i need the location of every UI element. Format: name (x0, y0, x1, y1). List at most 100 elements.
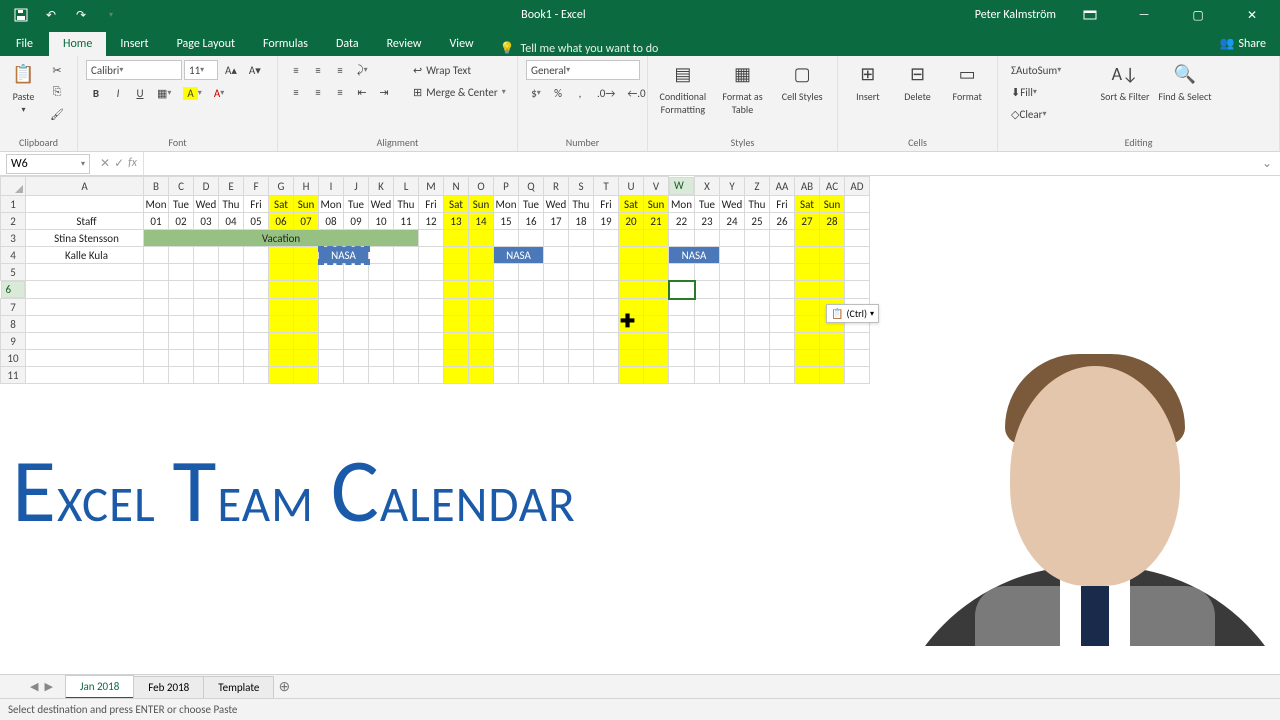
cell[interactable] (169, 350, 194, 367)
cell[interactable] (319, 367, 344, 384)
cell[interactable] (669, 264, 695, 281)
cell[interactable]: 06 (269, 213, 294, 230)
cell[interactable]: Fri (419, 196, 444, 213)
cell-nasa[interactable]: NASA (319, 247, 369, 264)
row-header[interactable]: 3 (1, 230, 26, 247)
cell[interactable] (494, 316, 519, 333)
sheet-nav-prev[interactable]: ◀ (30, 680, 38, 693)
cell[interactable] (469, 247, 494, 264)
cell[interactable] (294, 316, 319, 333)
cell[interactable] (619, 316, 644, 333)
cell[interactable] (26, 299, 144, 316)
cell[interactable] (244, 333, 269, 350)
cell[interactable] (219, 350, 244, 367)
row-header[interactable]: 11 (1, 367, 26, 384)
cell[interactable] (169, 316, 194, 333)
cell[interactable] (444, 230, 469, 247)
cell[interactable]: 02 (169, 213, 194, 230)
cell[interactable] (820, 230, 845, 247)
column-header[interactable]: D (194, 177, 219, 196)
user-name[interactable]: Peter Kalmström (975, 8, 1056, 22)
cell[interactable] (319, 316, 344, 333)
cell[interactable] (294, 350, 319, 367)
tab-insert[interactable]: Insert (106, 32, 162, 56)
cut-button[interactable]: ✂ (45, 60, 69, 80)
row-header[interactable]: 10 (1, 350, 26, 367)
cell[interactable] (594, 247, 619, 264)
cell[interactable] (294, 264, 319, 281)
cell[interactable] (344, 333, 369, 350)
cell[interactable] (795, 333, 820, 350)
cell[interactable] (169, 367, 194, 384)
cell[interactable]: 10 (369, 213, 394, 230)
fx-icon[interactable]: fx (128, 156, 137, 171)
save-button[interactable] (8, 4, 34, 26)
cell[interactable] (720, 247, 745, 264)
cell[interactable] (544, 281, 569, 299)
cell[interactable] (444, 281, 469, 299)
underline-button[interactable]: U (130, 83, 150, 103)
cell[interactable]: 26 (770, 213, 795, 230)
sort-filter-button[interactable]: A↓Sort & Filter (1098, 60, 1152, 103)
share-button[interactable]: 👥Share (1205, 31, 1280, 56)
column-header[interactable]: M (419, 177, 444, 196)
format-as-table-button[interactable]: ▦Format as Table (716, 60, 770, 116)
cell[interactable]: Mon (319, 196, 344, 213)
cell[interactable] (194, 299, 219, 316)
cell[interactable] (394, 264, 419, 281)
column-header[interactable]: F (244, 177, 269, 196)
redo-button[interactable]: ↷ (68, 4, 94, 26)
cell[interactable] (469, 350, 494, 367)
cell[interactable] (194, 264, 219, 281)
cell[interactable] (770, 281, 795, 299)
cell[interactable] (795, 281, 820, 299)
cell[interactable]: 20 (619, 213, 644, 230)
cell[interactable] (820, 247, 845, 264)
cell[interactable] (144, 264, 169, 281)
cell[interactable] (319, 350, 344, 367)
cell[interactable] (394, 299, 419, 316)
cell[interactable] (494, 350, 519, 367)
cell[interactable]: Sun (469, 196, 494, 213)
column-header[interactable]: O (469, 177, 494, 196)
cell[interactable] (720, 333, 745, 350)
cell[interactable] (294, 299, 319, 316)
cell[interactable] (795, 264, 820, 281)
row-header[interactable]: 9 (1, 333, 26, 350)
cell[interactable]: Thu (394, 196, 419, 213)
cell[interactable]: 22 (669, 213, 695, 230)
align-center-button[interactable]: ≡ (308, 82, 328, 102)
cell[interactable] (419, 247, 444, 264)
decrease-decimal-button[interactable]: ←.0 (622, 83, 650, 103)
cell[interactable] (394, 350, 419, 367)
cell[interactable]: Mon (494, 196, 519, 213)
cell[interactable] (795, 350, 820, 367)
fill-color-button[interactable]: A (178, 83, 206, 103)
cell[interactable] (194, 367, 219, 384)
row-header[interactable]: 6 (1, 281, 25, 298)
cell[interactable] (594, 299, 619, 316)
sheet-tab-feb[interactable]: Feb 2018 (133, 676, 204, 698)
cell[interactable] (569, 299, 594, 316)
column-header[interactable]: V (644, 177, 669, 196)
column-header[interactable]: G (269, 177, 294, 196)
column-header[interactable]: S (569, 177, 594, 196)
cell[interactable] (644, 367, 669, 384)
cell[interactable] (494, 333, 519, 350)
cell[interactable] (369, 281, 394, 299)
delete-cells-button[interactable]: ⊟Delete (896, 60, 940, 103)
cell[interactable] (419, 333, 444, 350)
cell[interactable]: 28 (820, 213, 845, 230)
cell[interactable]: 24 (720, 213, 745, 230)
fill-button[interactable]: ⬇ Fill (1006, 82, 1066, 102)
cell[interactable] (26, 367, 144, 384)
cell[interactable] (344, 350, 369, 367)
cell[interactable] (244, 247, 269, 264)
cell[interactable] (770, 264, 795, 281)
cell[interactable] (269, 350, 294, 367)
cell[interactable]: Thu (219, 196, 244, 213)
align-right-button[interactable]: ≡ (330, 82, 350, 102)
cancel-formula-icon[interactable]: ✕ (100, 156, 110, 171)
cell[interactable] (669, 230, 695, 247)
column-header[interactable]: Q (519, 177, 544, 196)
